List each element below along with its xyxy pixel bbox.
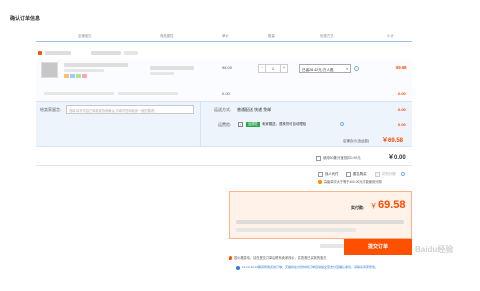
location-pin-icon: [229, 256, 232, 260]
points-label: 使用90集分宝抵扣0.90元: [323, 156, 361, 160]
seller-contact: [124, 51, 138, 55]
page-title: 确认订单信息: [10, 16, 41, 22]
service-icon-2: [70, 74, 75, 78]
store-icon: [38, 51, 42, 55]
others-pay-label: 找人代付: [325, 172, 339, 176]
seller-name: [91, 51, 121, 55]
insurance-text: 卖家赠送，退换货可自动理赔: [262, 122, 307, 126]
insurance-fee: 0.00: [398, 122, 406, 127]
submit-order-button[interactable]: 提交订单: [344, 239, 412, 255]
column-header-subtotal: 小计: [387, 34, 394, 38]
options-divider: [200, 101, 201, 147]
points-divider: [36, 165, 412, 166]
warning-icon: [318, 180, 322, 184]
anonymous-label: 匿名购买: [353, 172, 367, 176]
product-attribute-line2: [150, 72, 174, 75]
column-header-qty: 数量: [268, 34, 275, 38]
points-checkbox[interactable]: [316, 156, 321, 161]
recipient-info: [236, 228, 356, 232]
store-name: [45, 51, 71, 55]
shipping-label: 运送方式:: [214, 107, 232, 112]
shipping-method: 普通配送 快递 免邮: [237, 107, 272, 112]
insurance-label: 运费险:: [218, 122, 232, 127]
paid-currency: ￥: [370, 203, 377, 210]
price-notice: 若价格变动，请在提交订单后联系卖家改价，并查看已买到的宝贝: [234, 256, 327, 260]
credit-info-icon[interactable]: [401, 172, 405, 176]
buyer-note-input[interactable]: 选填:填写内容已和卖家协商确认(可填写您和卖家一致的要求): [66, 105, 194, 114]
submit-order-label: 提交订单: [367, 243, 388, 250]
discount-select-value: 已省28.42元:万人推: [302, 68, 334, 72]
info-icon: [236, 266, 240, 270]
discount-info-icon[interactable]: [354, 66, 359, 71]
store-total-value: ￥69.58: [382, 138, 404, 144]
check-icon: ✓: [239, 122, 243, 127]
gift-subtotal: 0.00: [398, 91, 406, 96]
service-icon-3: [76, 74, 81, 78]
credit-checkbox[interactable]: [375, 172, 380, 177]
column-header-item: 店铺宝贝: [78, 34, 92, 38]
header-divider: [36, 41, 412, 42]
footnote: 12.12-13.15期间所购买的订单，天猫将在付款时将订单自动提交至支付宝确认…: [242, 265, 410, 270]
quantity-input[interactable]: 1: [266, 65, 280, 72]
store-total-label: 店铺合计(含运费): [343, 139, 369, 143]
insurance-badge: 运费险: [246, 122, 260, 128]
service-icon-4: [82, 74, 87, 78]
product-attribute: [150, 66, 194, 70]
anonymous-checkbox[interactable]: [346, 172, 351, 177]
others-pay-checkbox[interactable]: [318, 172, 323, 177]
product-title[interactable]: [64, 63, 128, 67]
return-to-cart-link[interactable]: [320, 244, 344, 248]
column-header-attr: 商品属性: [160, 34, 174, 38]
paid-label: 实付款:: [351, 205, 365, 210]
footnote-text: 12.12-13.15期间所购买的订单，天猫将在付款时将订单自动提交至支付宝确认…: [242, 265, 379, 269]
discount-select[interactable]: 已省28.42元:万人推 ▾: [299, 64, 351, 73]
product-thumbnail[interactable]: [41, 62, 58, 78]
service-icon-1: [64, 74, 69, 78]
gift-line: [44, 92, 114, 95]
item-subtotal: 69.58: [396, 65, 407, 70]
paid-value: 69.58: [378, 199, 406, 211]
buyer-note-placeholder: 选填:填写内容已和卖家协商确认(可填写您和卖家一致的要求): [69, 109, 155, 113]
unit-price: 98.00: [222, 65, 233, 70]
column-header-price: 单价: [222, 34, 229, 38]
buyer-note-label: 给卖家留言:: [40, 107, 62, 112]
credit-warning: 高级单次大于等于400.00元才能使用分期: [324, 180, 382, 184]
insurance-info-icon[interactable]: [340, 122, 344, 126]
quantity-decrease-button[interactable]: -: [259, 65, 266, 72]
column-header-discount: 优惠方式: [320, 34, 334, 38]
points-value: ￥0.00: [388, 155, 406, 161]
watermark: Baidu经验: [415, 245, 454, 254]
shipping-fee: 0.00: [398, 107, 406, 112]
chevron-down-icon: ▾: [346, 67, 348, 71]
quantity-increase-button[interactable]: +: [280, 65, 287, 72]
gift-line-2: [118, 92, 178, 95]
shipping-address: [236, 220, 404, 224]
quantity-stepper: - 1 +: [258, 64, 288, 73]
credit-label: 花呗分期: [382, 172, 396, 176]
gift-price: 0.00: [222, 91, 230, 96]
insurance-checkbox[interactable]: ✓: [238, 122, 243, 127]
product-title-line2: [64, 69, 104, 72]
